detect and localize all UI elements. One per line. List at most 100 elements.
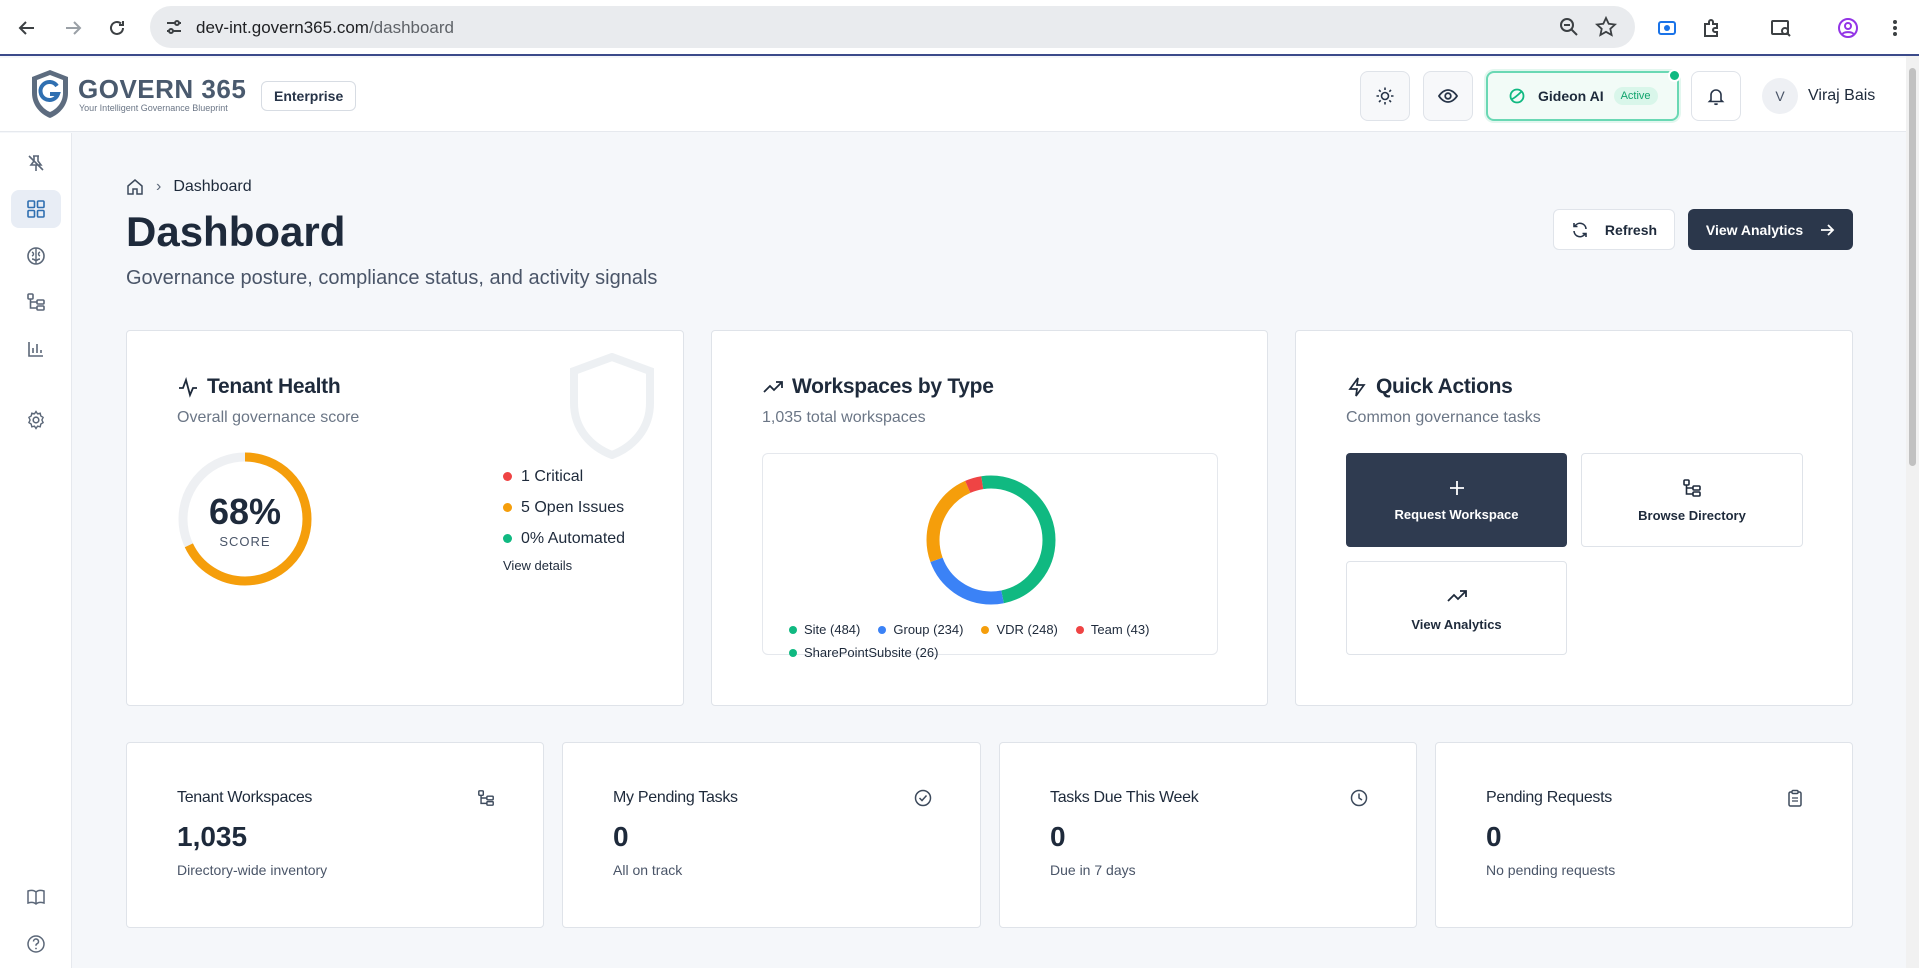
critical-dot (503, 472, 512, 481)
gear-icon (28, 410, 44, 430)
health-score-label: SCORE (219, 534, 271, 549)
url-host: dev-int.govern365.com (196, 18, 369, 37)
legend-label: Site (484) (804, 622, 861, 637)
breadcrumb-current: Dashboard (173, 178, 252, 195)
gideon-ai-button[interactable]: Gideon AI Active (1486, 69, 1681, 121)
stat-note: No pending requests (1486, 862, 1616, 878)
sidebar-item-settings[interactable] (11, 401, 61, 439)
health-open-issues-text: 5 Open Issues (521, 498, 625, 516)
legend-label: SharePointSubsite (26) (804, 645, 939, 660)
view-details-link[interactable]: View details (503, 558, 625, 573)
online-indicator (1668, 69, 1681, 82)
page-title: Dashboard (126, 208, 346, 255)
quick-actions-card: Quick Actions Common governance tasks Re… (1295, 330, 1853, 706)
tenant-health-subtitle: Overall governance score (177, 409, 360, 426)
extensions-button[interactable] (1697, 13, 1727, 43)
forward-button[interactable] (58, 13, 88, 43)
workspaces-title: Workspaces by Type (762, 375, 994, 399)
page-scrollbar[interactable] (1906, 56, 1919, 968)
dashboard-grid-icon (27, 200, 45, 218)
reload-icon (110, 20, 124, 35)
workspaces-by-type-card: Workspaces by Type 1,035 total workspace… (711, 330, 1268, 706)
pin-off-icon (28, 155, 44, 171)
activity-pulse-icon (179, 377, 197, 398)
tenant-health-title-text: Tenant Health (207, 375, 341, 398)
browser-menu-button[interactable] (1880, 13, 1910, 43)
eye-icon (1437, 89, 1459, 103)
legend-label: Team (43) (1090, 622, 1150, 637)
govern365-logo-icon[interactable] (28, 68, 72, 120)
workspaces-subtitle: 1,035 total workspaces (762, 409, 926, 426)
trending-up-icon (1446, 589, 1467, 602)
quick-actions-title-text: Quick Actions (1376, 375, 1513, 398)
help-circle-icon (27, 935, 45, 953)
open-issues-dot (503, 503, 512, 512)
legend-swatch (981, 625, 990, 634)
brand-name: GOVERN 365 (78, 74, 247, 104)
bookmark-star-icon[interactable] (1595, 16, 1617, 38)
tab-search-button[interactable] (1766, 13, 1796, 43)
stat-title: Pending Requests (1486, 789, 1612, 806)
tenant-health-card: Tenant Health Overall governance score 6… (126, 330, 684, 706)
chart-legend: Site (484) Group (234) VDR (248) Team (43) S… (789, 618, 1209, 664)
app-header: GOVERN 365 Your Intelligent Governance B… (0, 58, 1906, 132)
brand-tagline: Your Intelligent Governance Blueprint (79, 103, 228, 113)
bell-icon (1707, 89, 1725, 106)
sidebar-item-docs[interactable] (11, 878, 61, 916)
view-analytics-label: View Analytics (1705, 221, 1804, 238)
reload-button[interactable] (102, 13, 132, 43)
stat-title: My Pending Tasks (613, 789, 738, 806)
home-icon[interactable] (126, 178, 144, 196)
sidebar-item-help[interactable] (11, 925, 61, 963)
refresh-label: Refresh (1604, 221, 1658, 238)
preview-toggle-button[interactable] (1423, 71, 1473, 121)
view-analytics-button[interactable]: View Analytics (1688, 209, 1853, 250)
profile-button[interactable] (1833, 13, 1863, 43)
legend-label: VDR (248) (996, 622, 1058, 637)
user-menu[interactable]: V Viraj Bais (1762, 78, 1875, 114)
profile-icon (1838, 18, 1858, 38)
address-bar[interactable]: dev-int.govern365.com/dashboard (150, 6, 1635, 48)
screen-capture-extension[interactable] (1652, 13, 1682, 43)
sidebar-item-ai[interactable] (11, 237, 61, 275)
legend-item-group: Group (234) (878, 618, 963, 641)
gideon-ai-label: Gideon AI (1538, 88, 1604, 104)
zoom-icon[interactable] (1559, 17, 1579, 37)
notifications-button[interactable] (1691, 71, 1741, 121)
stat-value: 0 (1050, 821, 1066, 852)
clipboard-icon (1788, 789, 1802, 807)
kebab-menu-icon (1893, 20, 1897, 36)
legend-swatch (1075, 625, 1084, 634)
stat-note: Due in 7 days (1050, 862, 1136, 878)
site-settings-icon[interactable] (164, 17, 184, 37)
legend-item-sharepointsubsite: SharePointSubsite (26) (789, 641, 938, 664)
page-subtitle: Governance posture, compliance status, a… (126, 267, 658, 289)
request-workspace-button[interactable]: Request Workspace (1346, 453, 1567, 547)
workspaces-donut-chart (926, 475, 1056, 605)
sidebar-item-directory[interactable] (11, 283, 61, 321)
health-open-issues: 5 Open Issues (503, 492, 625, 523)
tab-search-icon (1771, 20, 1791, 37)
stat-value: 1,035 (177, 821, 248, 852)
refresh-button[interactable]: Refresh (1553, 209, 1675, 250)
view-analytics-action-label: View Analytics (1411, 616, 1502, 632)
back-button[interactable] (12, 13, 42, 43)
ai-orbit-icon (1509, 88, 1525, 104)
health-automated-text: 0% Automated (521, 529, 626, 547)
sidebar-item-unpin[interactable] (11, 144, 61, 182)
breadcrumb-separator: › (156, 178, 162, 195)
legend-item-vdr: VDR (248) (981, 618, 1058, 641)
sidebar-item-analytics[interactable] (11, 330, 61, 368)
scrollbar-thumb[interactable] (1909, 68, 1916, 466)
health-summary-list: 1 Critical 5 Open Issues 0% Automated Vi… (503, 461, 625, 573)
legend-item-team: Team (43) (1075, 618, 1150, 641)
browse-directory-button[interactable]: Browse Directory (1581, 453, 1803, 547)
view-analytics-action-button[interactable]: View Analytics (1346, 561, 1567, 655)
browse-directory-label: Browse Directory (1638, 507, 1746, 523)
sidebar (0, 133, 72, 968)
bar-chart-icon (28, 342, 43, 357)
sidebar-item-dashboard[interactable] (11, 190, 61, 228)
quick-actions-title: Quick Actions (1346, 375, 1513, 399)
theme-toggle-button[interactable] (1360, 71, 1410, 121)
arrow-left-icon (18, 21, 34, 35)
